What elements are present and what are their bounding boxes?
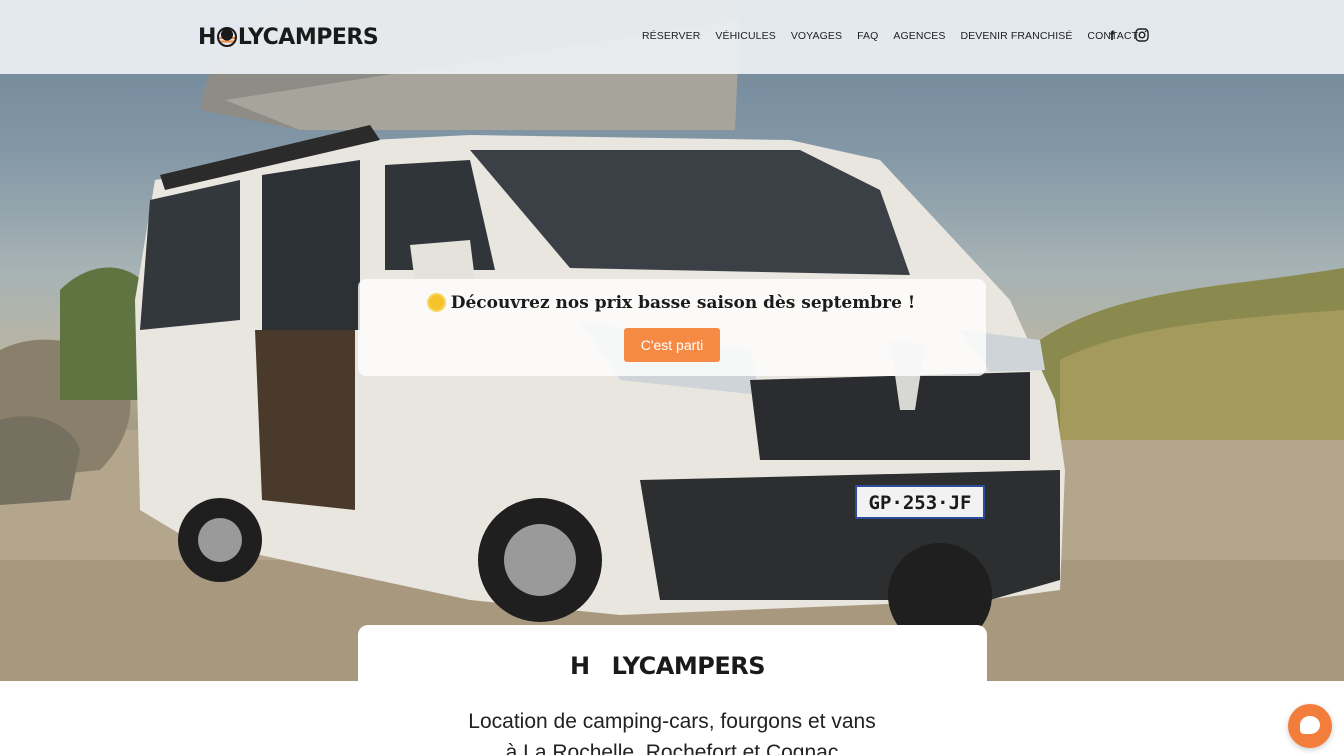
chat-button[interactable] [1288,704,1332,748]
nav-item-voyages[interactable]: VOYAGES [791,28,842,44]
promo-title-row: Découvrez nos prix basse saison dès sept… [358,293,986,313]
sun-icon [428,295,444,310]
nav-item-franchise[interactable]: DEVENIR FRANCHISÉ [960,28,1072,44]
logo-o-icon [216,27,237,47]
promo-banner: Découvrez nos prix basse saison dès sept… [358,279,986,376]
instagram-icon[interactable] [1134,26,1150,44]
nav-item-vehicules[interactable]: VÉHICULES [715,28,775,44]
nav-item-agences[interactable]: AGENCES [893,28,945,44]
logo-text-end: LYCAMPERS [237,24,379,50]
brand-logo[interactable]: H LYCAMPERS [198,22,379,52]
nav-item-reserver[interactable]: RÉSERVER [642,28,700,44]
tagline-line-2: à La Rochelle, Rochefort et Cognac [505,741,839,755]
card-logo: H LYCAMPERS [570,648,766,684]
card-logo-text-end: LYCAMPERS [611,652,766,680]
promo-title: Découvrez nos prix basse saison dès sept… [450,293,916,313]
card-logo-text-start: H [570,652,590,680]
tagline-line-1: Location de camping-cars, fourgons et va… [468,710,876,733]
nav-item-faq[interactable]: FAQ [857,28,878,44]
chat-icon [1300,716,1320,734]
promo-cta-button[interactable]: C'est parti [624,328,720,362]
logo-text-start: H [198,24,216,50]
facebook-icon[interactable]: f [1104,26,1120,44]
license-plate: GP·253·JF [869,492,972,514]
site-header: H LYCAMPERS RÉSERVER VÉHICULES VOYAGES FA… [0,0,1344,74]
card-logo-o-icon [590,655,612,677]
main-nav: RÉSERVER VÉHICULES VOYAGES FAQ AGENCES D… [642,28,1153,44]
